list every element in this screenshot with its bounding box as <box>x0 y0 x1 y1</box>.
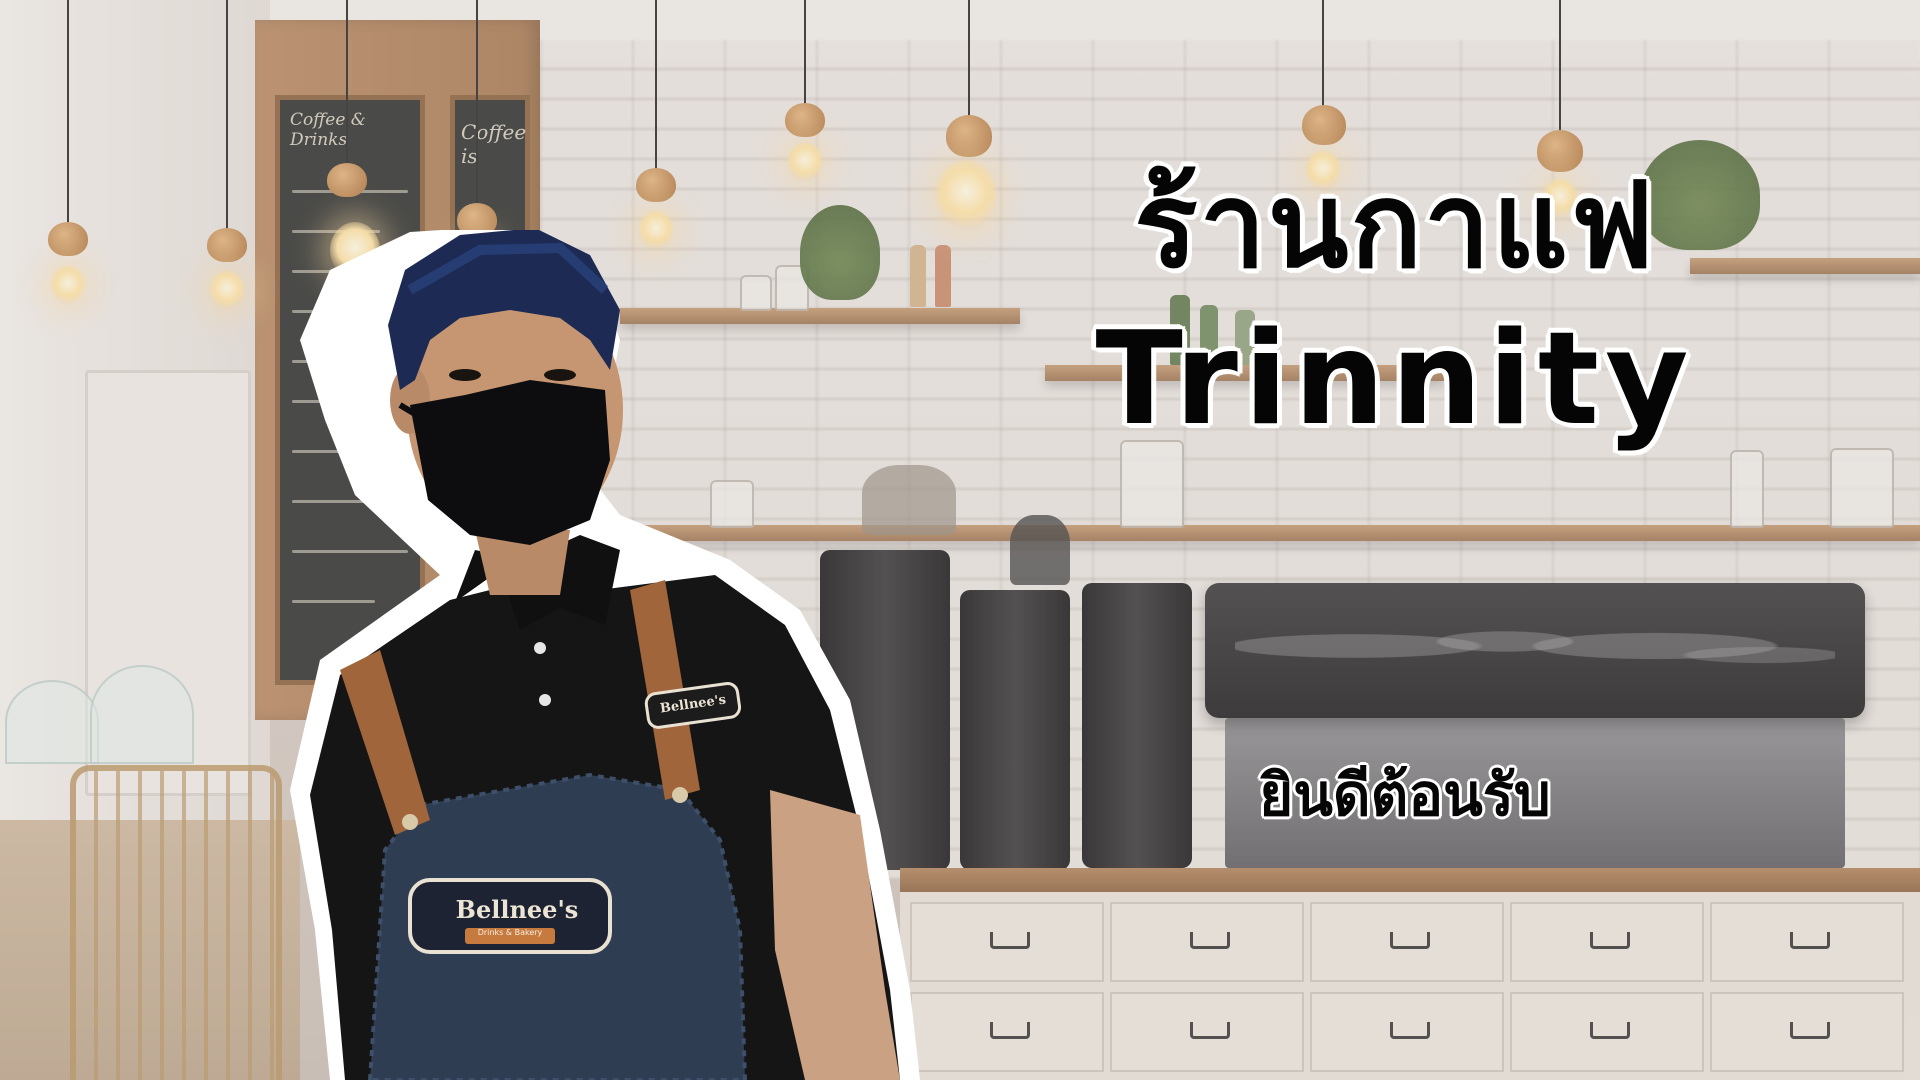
drawer <box>1510 902 1704 982</box>
welcome-text: ยินดีต้อนรับ <box>1259 761 1551 829</box>
world-map-decal <box>1235 601 1835 691</box>
pendant-lamp <box>785 103 825 137</box>
light-bulb <box>788 142 822 182</box>
drawer <box>1110 902 1304 982</box>
cake-dome <box>5 680 99 764</box>
coffee-grinder <box>960 590 1070 870</box>
jar <box>1830 448 1894 528</box>
apron-logo-text: Bellnee's <box>455 895 579 924</box>
chalkboard-heading-right: Coffee is <box>461 120 527 168</box>
drawer <box>910 902 1104 982</box>
bar-stool <box>70 765 282 1080</box>
drawer <box>1310 992 1504 1072</box>
light-bulb <box>51 265 85 305</box>
drawer <box>1710 902 1904 982</box>
pendant-lamp <box>207 228 247 262</box>
cake-dome <box>90 665 194 764</box>
light-bulb <box>936 160 996 230</box>
pendant-lamp <box>327 163 367 197</box>
coffee-grinder <box>1082 583 1192 868</box>
drawer <box>1110 992 1304 1072</box>
bottle <box>935 245 951 307</box>
light-bulb <box>210 270 244 310</box>
pendant-lamp <box>48 222 88 256</box>
drawer <box>910 992 1104 1072</box>
apron-logo-tagline: Drinks & Bakery <box>477 928 543 937</box>
jar <box>1730 450 1764 528</box>
pendant-lamp <box>636 168 676 202</box>
barista-cutout: Bellnee's Drinks & Bakery Bellnee's <box>260 225 920 1080</box>
right-eye <box>544 369 576 381</box>
drawer <box>1710 992 1904 1072</box>
drawer <box>1310 902 1504 982</box>
chalkboard-heading-left: Coffee & Drinks <box>290 110 366 150</box>
shop-title-thai: ร้านกาแฟ <box>1134 156 1656 294</box>
pendant-lamp <box>1302 105 1346 145</box>
counter <box>900 892 1920 1080</box>
espresso-machine <box>1205 583 1865 718</box>
drawer <box>1510 992 1704 1072</box>
pendant-lamp <box>946 115 992 157</box>
counter-top <box>900 868 1920 892</box>
grinder-hopper <box>1010 515 1070 585</box>
shop-title: ร้านกาแฟ Trinnity <box>1045 150 1745 460</box>
cafe-scene: Coffee & Drinks Coffee is Bellnee's Drin… <box>0 0 1920 1080</box>
shop-title-name: Trinnity <box>1095 305 1695 454</box>
left-eye <box>449 369 481 381</box>
